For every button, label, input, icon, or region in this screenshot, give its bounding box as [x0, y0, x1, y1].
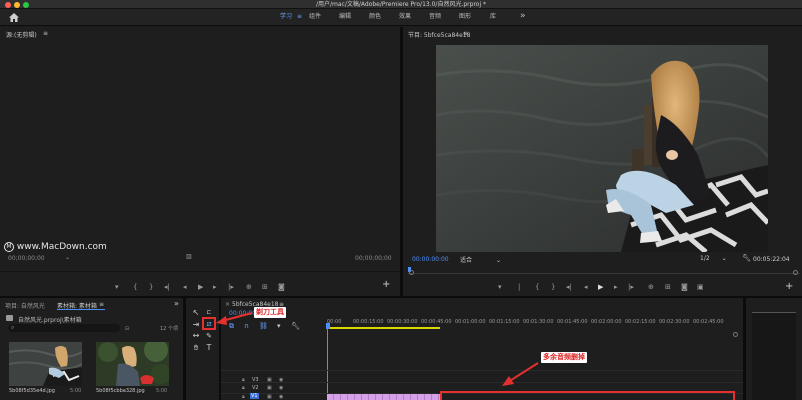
razor-tool-annotation: 剃刀工具: [254, 307, 286, 318]
delete-audio-annotation: 多余音频删掉: [541, 352, 587, 363]
annotation-arrows: [216, 312, 539, 386]
arrowhead-icon: [216, 316, 227, 325]
arrowhead-icon: [502, 376, 514, 386]
arrow-to-audio-region: [507, 362, 539, 383]
arrow-to-razor-tool: [221, 312, 253, 322]
